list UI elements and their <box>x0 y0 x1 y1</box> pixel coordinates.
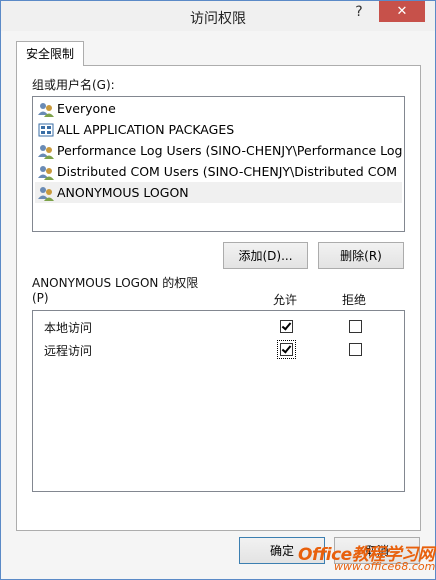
permission-name: 本地访问 <box>44 321 93 335</box>
title-bar: 访问权限 ? ✕ <box>1 1 435 31</box>
watermark-url: www.office68.com <box>334 560 436 573</box>
permission-name: 远程访问 <box>44 344 93 358</box>
list-item-label: Performance Log Users (SINO-CHENJY\Perfo… <box>57 143 402 158</box>
add-button[interactable]: 添加(D)... <box>223 242 308 269</box>
users-icon <box>38 103 54 117</box>
list-item-label: ANONYMOUS LOGON <box>57 185 189 200</box>
access-permissions-dialog: 访问权限 ? ✕ 安全限制 组或用户名(G): Everyone ALL APP… <box>0 0 436 580</box>
allow-checkbox-local[interactable] <box>280 320 293 333</box>
deny-checkbox-local[interactable] <box>349 320 362 333</box>
help-button[interactable]: ? <box>348 1 370 23</box>
deny-checkbox-remote[interactable] <box>349 343 362 356</box>
list-item[interactable]: Everyone <box>35 98 402 119</box>
users-icon <box>38 166 54 180</box>
groups-label: 组或用户名(G): <box>32 78 115 92</box>
allow-column-header: 允许 <box>273 293 298 307</box>
users-icon <box>38 145 54 159</box>
allow-checkbox-remote[interactable] <box>280 343 293 356</box>
tab-security-limits[interactable]: 安全限制 <box>16 41 84 66</box>
permissions-label-shortcut: (P) <box>32 291 49 305</box>
list-item[interactable]: ALL APPLICATION PACKAGES <box>35 119 402 140</box>
permissions-label: ANONYMOUS LOGON 的权限 <box>32 276 199 290</box>
remove-button[interactable]: 删除(R) <box>318 242 404 269</box>
close-button[interactable]: ✕ <box>379 1 425 22</box>
deny-column-header: 拒绝 <box>342 293 367 307</box>
list-item-selected[interactable]: ANONYMOUS LOGON <box>35 182 402 203</box>
list-item-label: Everyone <box>57 101 116 116</box>
watermark: Office教程学习网 www.office68.com <box>296 538 436 578</box>
list-item[interactable]: Performance Log Users (SINO-CHENJY\Perfo… <box>35 140 402 161</box>
list-item[interactable]: Distributed COM Users (SINO-CHENJY\Distr… <box>35 161 402 182</box>
permissions-list: 本地访问 远程访问 <box>32 310 405 492</box>
list-item-label: Distributed COM Users (SINO-CHENJY\Distr… <box>57 164 402 179</box>
users-icon <box>38 187 54 201</box>
packages-icon <box>38 123 54 137</box>
list-item-label: ALL APPLICATION PACKAGES <box>57 122 235 137</box>
groups-listbox[interactable]: Everyone ALL APPLICATION PACKAGES Perfor… <box>32 96 405 232</box>
tab-panel: 组或用户名(G): Everyone ALL APPLICATION PACKA… <box>16 65 421 531</box>
